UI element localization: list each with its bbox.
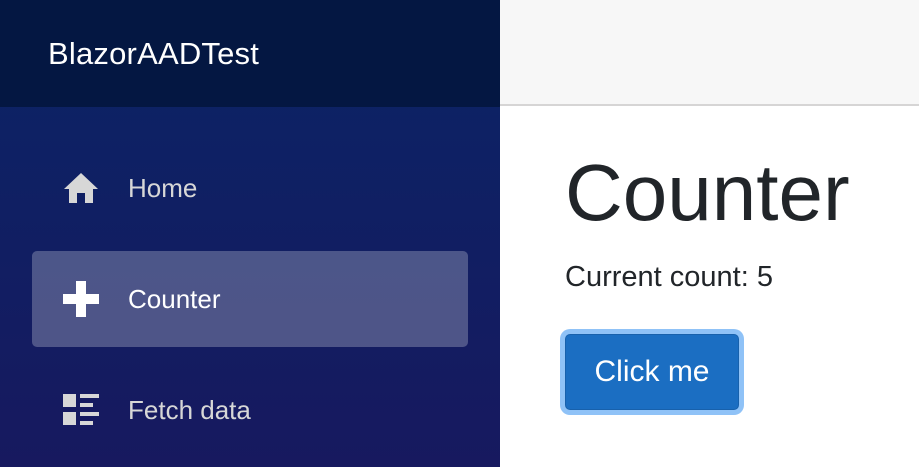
brand-bar: BlazorAADTest	[0, 0, 500, 107]
brand-link[interactable]: BlazorAADTest	[48, 36, 259, 72]
plus-icon	[62, 280, 100, 318]
count-value: 5	[756, 261, 773, 293]
sidebar: BlazorAADTest Home Counter Fetch data	[0, 0, 500, 467]
sidebar-item-label: Counter	[128, 283, 221, 314]
home-icon	[62, 169, 100, 207]
sidebar-item-label: Home	[128, 172, 198, 203]
top-row	[500, 0, 919, 106]
list-rich-icon	[62, 391, 100, 429]
sidebar-item-counter[interactable]: Counter	[32, 251, 468, 347]
current-count: Current count: 5	[565, 259, 773, 295]
click-me-button[interactable]: Click me	[565, 334, 739, 410]
sidebar-item-home[interactable]: Home	[32, 140, 468, 236]
page-title: Counter	[565, 148, 850, 237]
count-prefix: Current count:	[565, 261, 757, 293]
sidebar-item-label: Fetch data	[128, 394, 251, 425]
sidebar-item-fetch-data[interactable]: Fetch data	[32, 362, 468, 458]
